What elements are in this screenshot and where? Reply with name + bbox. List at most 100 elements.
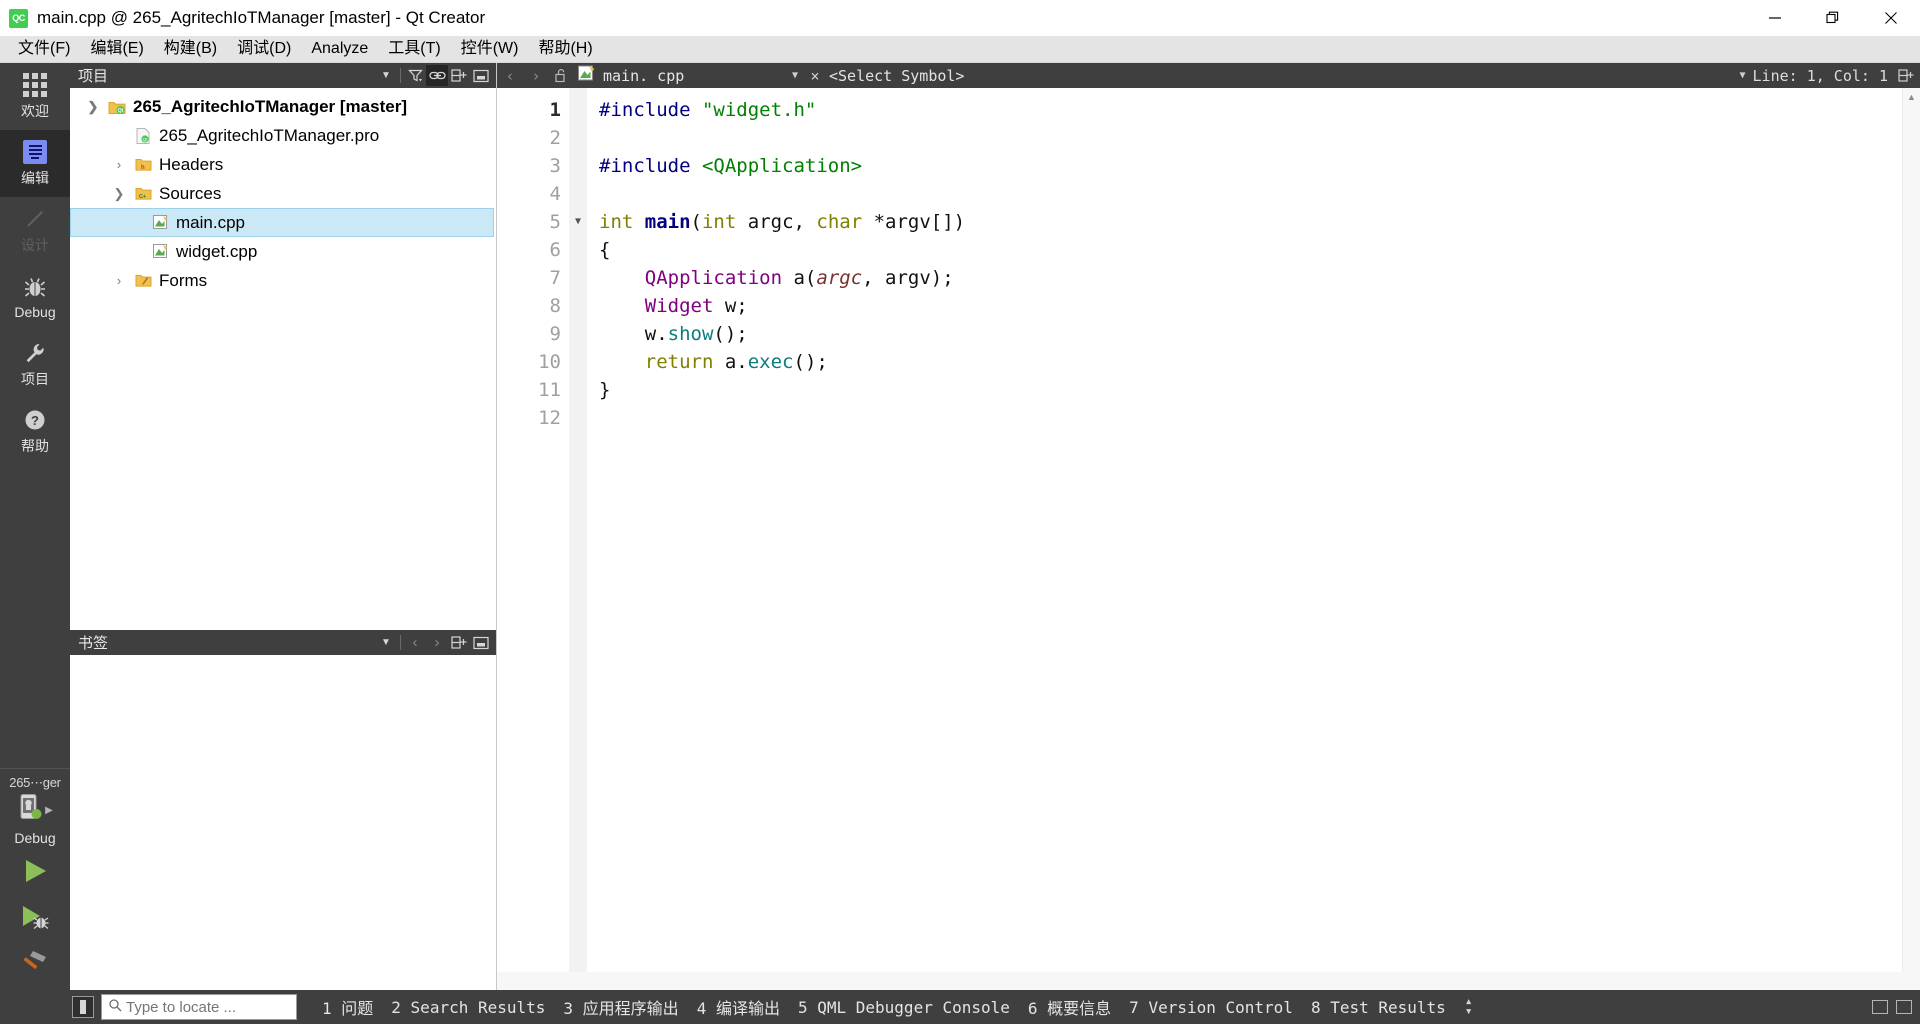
- window-controls: [1746, 0, 1920, 36]
- chevron-down-icon[interactable]: ❯: [80, 99, 106, 115]
- code-line: [599, 124, 1920, 152]
- mode-design: 设计: [0, 197, 70, 264]
- debug-button[interactable]: [13, 900, 57, 934]
- restore-button[interactable]: [1804, 0, 1862, 36]
- code-token: [599, 267, 645, 289]
- tree-item-label: 265_AgritechIoTManager [master]: [133, 97, 407, 117]
- menu-file[interactable]: 文件(F): [8, 37, 80, 61]
- tree-item-forms[interactable]: › Forms: [70, 266, 496, 295]
- menu-analyze[interactable]: Analyze: [301, 37, 378, 61]
- output-pane-toggle-1[interactable]: [1872, 1000, 1888, 1014]
- pane-version-control[interactable]: 7 Version Control: [1120, 998, 1302, 1017]
- up-down-arrows-icon[interactable]: ▴▾: [1455, 997, 1483, 1017]
- close-file-button[interactable]: ×: [805, 67, 825, 85]
- tree-item-headers[interactable]: › h Headers: [70, 150, 496, 179]
- code-text[interactable]: #include "widget.h" #include <QApplicati…: [587, 88, 1920, 972]
- chevron-down-icon-file[interactable]: ▼: [785, 70, 805, 81]
- search-icon: [108, 998, 122, 1016]
- pane-general-messages[interactable]: 6 概要信息: [1019, 995, 1120, 1019]
- menu-build[interactable]: 构建(B): [154, 37, 227, 61]
- mode-edit[interactable]: 编辑: [0, 130, 70, 197]
- navigate-back-button[interactable]: ‹: [497, 63, 523, 88]
- output-pane-toggle-2[interactable]: [1896, 1000, 1912, 1014]
- question-circle-icon: ?: [22, 407, 48, 433]
- line-number: 5▼: [497, 208, 569, 236]
- code-token: w.: [599, 323, 668, 345]
- symbol-selector[interactable]: <Select Symbol>: [825, 67, 1733, 85]
- code-line: return a.exec();: [599, 348, 1920, 376]
- code-line: #include <QApplication>: [599, 152, 1920, 180]
- split-icon-editor[interactable]: [1894, 68, 1918, 83]
- pane-test-results[interactable]: 8 Test Results: [1302, 998, 1455, 1017]
- chevron-right-icon-forms[interactable]: ›: [106, 273, 132, 288]
- mode-welcome[interactable]: 欢迎: [0, 63, 70, 130]
- editor-file-selector[interactable]: main. cpp: [573, 64, 785, 87]
- menu-help[interactable]: 帮助(H): [528, 37, 602, 61]
- chevron-down-icon-sources[interactable]: ❯: [106, 186, 132, 202]
- pane-compile-output[interactable]: 4 编译输出: [688, 995, 789, 1019]
- run-button-group: [0, 854, 70, 990]
- title-bar: QC main.cpp @ 265_AgritechIoTManager [ma…: [0, 0, 1920, 36]
- chevron-down-icon-bookmarks[interactable]: ▼: [375, 632, 397, 653]
- chevron-left-icon[interactable]: ‹: [404, 632, 426, 653]
- code-token: <QApplication>: [702, 155, 862, 177]
- menu-tools[interactable]: 工具(T): [378, 37, 450, 61]
- mode-debug[interactable]: Debug: [0, 264, 70, 331]
- project-tree[interactable]: ❯ Qt 265_AgritechIoTManager [master]: [70, 88, 496, 630]
- editor-toolbar: ‹ › main. cpp: [497, 63, 1920, 88]
- code-line: w.show();: [599, 320, 1920, 348]
- pane-application-output[interactable]: 3 应用程序输出: [554, 995, 687, 1019]
- menu-debug[interactable]: 调试(D): [227, 37, 301, 61]
- code-token: a.: [713, 351, 747, 373]
- tree-item-pro-file[interactable]: Qt 265_AgritechIoTManager.pro: [70, 121, 496, 150]
- grid-icon: [22, 72, 48, 98]
- cpp-file-icon-editor: [577, 64, 596, 87]
- pane-search-results[interactable]: 2 Search Results: [382, 998, 554, 1017]
- mode-projects[interactable]: 项目: [0, 331, 70, 398]
- close-button[interactable]: [1862, 0, 1920, 36]
- code-token: argc,: [736, 211, 816, 233]
- minimize-button[interactable]: [1746, 0, 1804, 36]
- code-editor[interactable]: 1 2 3 4 5▼ 6 7 8 9 10 11 12 #include "wi…: [497, 88, 1920, 972]
- mode-help[interactable]: ? 帮助: [0, 398, 70, 465]
- project-dock-title: 项目: [78, 65, 375, 86]
- editor-horizontal-scrollbar[interactable]: [497, 972, 1920, 990]
- sidebar-toggle-icon[interactable]: [72, 996, 94, 1018]
- tree-item-project-root[interactable]: ❯ Qt 265_AgritechIoTManager [master]: [70, 92, 496, 121]
- unlocked-icon[interactable]: [549, 63, 573, 88]
- locator-text-field[interactable]: [126, 999, 276, 1016]
- pane-issues[interactable]: 1 问题: [313, 995, 382, 1019]
- menu-edit[interactable]: 编辑(E): [80, 37, 153, 61]
- tree-item-sources[interactable]: ❯ C+ Sources: [70, 179, 496, 208]
- link-icon[interactable]: [426, 65, 448, 86]
- code-line: #include "widget.h": [599, 96, 1920, 124]
- chevron-right-icon[interactable]: ›: [426, 632, 448, 653]
- tree-item-main-cpp[interactable]: main.cpp: [70, 208, 494, 237]
- menu-window[interactable]: 控件(W): [451, 37, 529, 61]
- project-dock-header: 项目 ▼: [70, 63, 496, 88]
- chevron-down-icon[interactable]: ▼: [375, 65, 397, 86]
- navigate-forward-button[interactable]: ›: [523, 63, 549, 88]
- filter-icon[interactable]: [404, 65, 426, 86]
- kit-selector[interactable]: 265⋯ger ▶ Debug: [0, 768, 70, 854]
- chevron-down-icon-symbol[interactable]: ▼: [1733, 70, 1753, 81]
- minimize-pane-icon[interactable]: [470, 65, 492, 86]
- mode-help-label: 帮助: [21, 436, 49, 456]
- pane-qml-debugger-console[interactable]: 5 QML Debugger Console: [789, 998, 1019, 1017]
- run-button[interactable]: [13, 854, 57, 888]
- editor-vertical-scrollbar[interactable]: ▲: [1902, 88, 1920, 972]
- qt-creator-logo-icon: QC: [9, 9, 28, 28]
- minimize-pane-icon-bookmarks[interactable]: [470, 632, 492, 653]
- split-icon[interactable]: [448, 65, 470, 86]
- chevron-right-icon[interactable]: ›: [106, 157, 132, 172]
- scroll-up-arrow-icon[interactable]: ▲: [1903, 88, 1920, 106]
- fold-marker-icon[interactable]: ▼: [570, 208, 586, 236]
- split-icon-bookmarks[interactable]: [448, 632, 470, 653]
- bookmarks-list[interactable]: [70, 655, 496, 990]
- bookmarks-dock: 书签 ▼ ‹ ›: [70, 630, 496, 990]
- cpp-file-icon: [149, 214, 171, 231]
- mode-bar-spacer: [0, 465, 70, 768]
- locator-input[interactable]: [101, 994, 297, 1020]
- build-button[interactable]: [13, 946, 57, 980]
- tree-item-widget-cpp[interactable]: widget.cpp: [70, 237, 496, 266]
